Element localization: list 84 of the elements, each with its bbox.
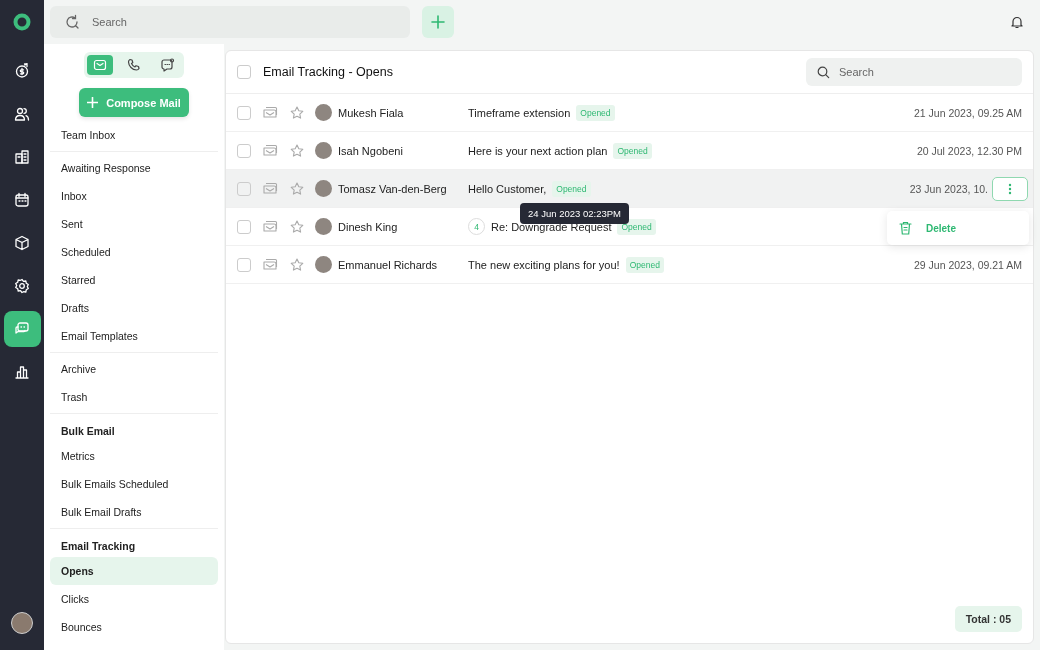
- total-count: Total : 05: [954, 606, 1022, 632]
- email-subject: The new exciting plans for you!: [468, 258, 620, 271]
- folder-item[interactable]: Starred: [50, 266, 218, 294]
- trash-icon: [899, 221, 912, 235]
- settings-icon: [14, 278, 30, 294]
- mail-icon: [263, 144, 278, 157]
- add-button[interactable]: [422, 6, 454, 38]
- email-date: 29 Jun 2023, 09.21 AM: [914, 258, 1022, 271]
- contact-avatar: [315, 104, 332, 121]
- star-icon[interactable]: [290, 105, 304, 120]
- mail-icon: [263, 220, 278, 233]
- email-subject: Hello Customer,: [468, 182, 547, 195]
- folder-item[interactable]: Awaiting Response: [50, 154, 218, 182]
- email-date: 20 Jul 2023, 12.30 PM: [916, 144, 1022, 157]
- email-subject: Timeframe extension: [468, 106, 571, 119]
- box-icon: [14, 235, 30, 251]
- row-checkbox[interactable]: [237, 257, 251, 272]
- status-badge: Opened: [552, 180, 591, 197]
- email-row[interactable]: Emmanuel Richards The new exciting plans for you! Opened 29 Jun 2023, 09.21 AM: [226, 246, 1033, 284]
- folder-item[interactable]: Bulk Email Drafts: [50, 498, 218, 526]
- search-field[interactable]: Search: [806, 58, 1022, 86]
- select-all-checkbox[interactable]: [237, 65, 251, 79]
- status-badge: Opened: [625, 256, 664, 273]
- mail-icon: [263, 258, 278, 271]
- email-row[interactable]: Mukesh Fiala Timeframe extension Opened 21 Jun 2023, 09.25 AM: [226, 94, 1033, 132]
- contact-name: Isah Ngobeni: [338, 144, 404, 157]
- star-icon[interactable]: [290, 257, 304, 272]
- tooltip: 24 Jun 2023 02:23PM: [520, 203, 629, 224]
- folder-item[interactable]: Bulk Emails Scheduled: [50, 470, 218, 498]
- email-date: 21 Jun 2023, 09.25 AM: [914, 106, 1022, 119]
- plus-icon: [87, 97, 99, 108]
- dollar-icon: [14, 63, 30, 79]
- search-field[interactable]: Search: [50, 6, 410, 38]
- email-date: 23 Jun 2023, 10.: [909, 182, 988, 195]
- list-title: Email Tracking - Opens: [263, 65, 394, 79]
- row-checkbox[interactable]: [237, 219, 251, 234]
- building-icon: [14, 149, 30, 165]
- folder-item[interactable]: Archive: [50, 355, 218, 383]
- row-checkbox[interactable]: [237, 105, 251, 120]
- folder-item[interactable]: Email Templates: [50, 322, 218, 350]
- mail-icon: [263, 106, 278, 119]
- row-checkbox[interactable]: [237, 143, 251, 158]
- email-subject: Here is your next action plan: [468, 144, 608, 157]
- row-checkbox[interactable]: [237, 181, 251, 196]
- plus-icon: [431, 15, 445, 29]
- logo-icon: [13, 13, 31, 31]
- user-avatar[interactable]: [11, 612, 33, 634]
- notification-button[interactable]: [1010, 15, 1024, 29]
- folder-item[interactable]: Clicks: [50, 585, 218, 613]
- mail-icon: [263, 182, 278, 195]
- folder-item[interactable]: Team Inbox: [50, 121, 218, 149]
- section-heading: Email Tracking: [60, 539, 137, 554]
- contact-avatar: [315, 218, 332, 235]
- contact-avatar: [315, 142, 332, 159]
- status-badge: Opened: [613, 142, 652, 159]
- bar-chart-icon: [14, 364, 30, 380]
- star-icon[interactable]: [290, 219, 304, 234]
- folder-item[interactable]: Drafts: [50, 294, 218, 322]
- folder-item[interactable]: Inbox: [50, 182, 218, 210]
- status-badge: Opened: [576, 104, 615, 121]
- phone-icon: [127, 58, 141, 72]
- rail-button[interactable]: [3, 311, 41, 347]
- folder-item[interactable]: Bounces: [50, 613, 218, 641]
- contact-avatar: [315, 256, 332, 273]
- folder-item[interactable]: Sent: [50, 210, 218, 238]
- more-icon: [1008, 182, 1012, 195]
- star-icon[interactable]: [290, 181, 304, 196]
- folder-item[interactable]: Metrics: [50, 442, 218, 470]
- contact-name: Dinesh King: [338, 220, 399, 233]
- contact-name: Mukesh Fiala: [338, 106, 405, 119]
- star-icon[interactable]: [290, 143, 304, 158]
- calendar-icon: [14, 192, 30, 208]
- chat-icon: [161, 58, 175, 72]
- bell-icon: [1010, 15, 1024, 29]
- mail-icon: [93, 58, 107, 72]
- folder-item[interactable]: Opens: [50, 557, 218, 585]
- contact-name: Emmanuel Richards: [338, 258, 439, 271]
- contact-avatar: [315, 180, 332, 197]
- contact-name: Tomasz Van-den-Berg: [338, 182, 448, 195]
- people-icon: [14, 106, 30, 122]
- folder-item[interactable]: Trash: [50, 383, 218, 411]
- section-heading: Bulk Email: [60, 424, 116, 439]
- more-button[interactable]: [992, 176, 1028, 201]
- folder-item[interactable]: Scheduled: [50, 238, 218, 266]
